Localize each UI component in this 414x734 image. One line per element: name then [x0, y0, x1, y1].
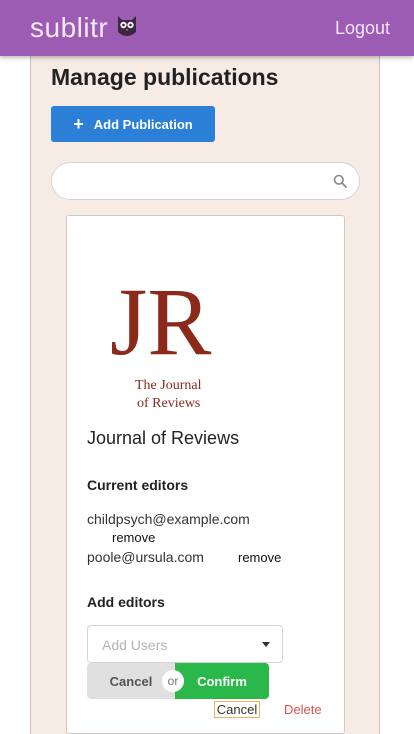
logo-letters: JR	[110, 268, 211, 375]
add-users-placeholder: Add Users	[102, 637, 168, 653]
remove-editor-link[interactable]: remove	[112, 530, 155, 545]
confirm-button-group: Cancel or Confirm	[87, 663, 269, 699]
logo-line-1: The Journal	[135, 378, 202, 393]
page-title: Manage publications	[51, 64, 279, 90]
plus-icon: +	[73, 114, 84, 134]
add-editors-heading: Add editors	[87, 594, 165, 610]
journal-logo: JR The Journal of Reviews	[110, 268, 211, 411]
publication-name: Journal of Reviews	[87, 428, 240, 448]
editor-email: poole@ursula.com	[87, 549, 204, 565]
owl-logo-icon	[118, 16, 137, 36]
delete-publication-link[interactable]: Delete	[284, 702, 322, 717]
brand-name: sublitr	[30, 12, 109, 43]
add-publication-label: Add Publication	[93, 116, 193, 132]
or-separator: or	[162, 670, 184, 692]
add-publication-button[interactable]: + Add Publication	[51, 106, 215, 142]
top-navbar: sublitr Logout	[0, 0, 414, 56]
brand[interactable]: sublitr	[30, 12, 138, 44]
search-icon[interactable]	[333, 174, 347, 188]
logo-line-2: of Reviews	[137, 396, 200, 411]
current-editors-heading: Current editors	[87, 477, 189, 493]
confirm-button[interactable]: Confirm	[175, 663, 269, 699]
add-users-dropdown[interactable]: Add Users	[87, 625, 283, 663]
remove-editor-link[interactable]: remove	[238, 550, 281, 565]
editor-email: childpsych@example.com	[87, 511, 250, 527]
cancel-link[interactable]: Cancel	[214, 701, 260, 718]
caret-down-icon	[262, 642, 270, 647]
search-input[interactable]	[51, 162, 360, 200]
logout-link[interactable]: Logout	[335, 18, 390, 39]
